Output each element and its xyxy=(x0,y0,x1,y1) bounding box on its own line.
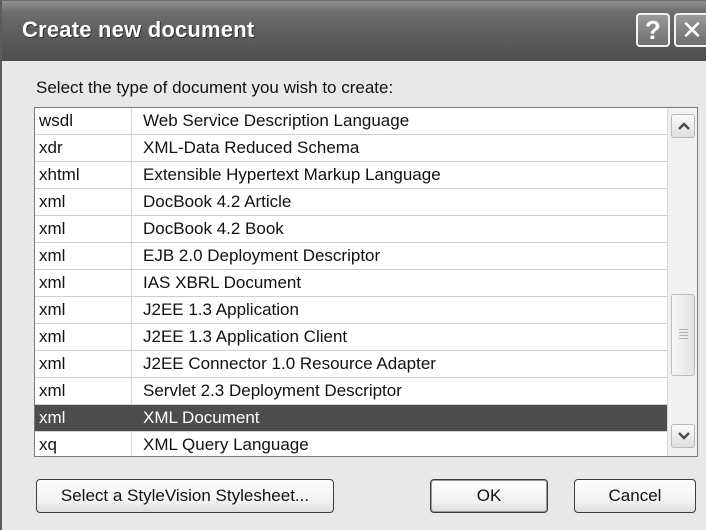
vertical-scrollbar[interactable] xyxy=(667,108,697,456)
list-item-extension: xml xyxy=(39,408,66,427)
list-item[interactable]: xml IAS XBRL Document xyxy=(35,270,667,297)
list-item-description: DocBook 4.2 Book xyxy=(143,219,284,238)
list-item-description: Web Service Description Language xyxy=(143,111,410,130)
list-item[interactable]: xml J2EE 1.3 Application Client xyxy=(35,324,667,351)
scroll-up-button[interactable] xyxy=(671,114,695,138)
column-divider xyxy=(131,270,132,296)
column-divider xyxy=(131,108,132,134)
help-icon[interactable]: ? xyxy=(636,13,670,47)
list-item[interactable]: xml EJB 2.0 Deployment Descriptor xyxy=(35,243,667,270)
list-item[interactable]: wsdl Web Service Description Language xyxy=(35,108,667,135)
list-item-extension: xml xyxy=(39,246,66,265)
list-item[interactable]: xml DocBook 4.2 Article xyxy=(35,189,667,216)
document-type-rows: wsdl Web Service Description Language xdr X… xyxy=(35,108,667,456)
list-item[interactable]: xdr XML-Data Reduced Schema xyxy=(35,135,667,162)
select-stylesheet-button[interactable]: Select a StyleVision Stylesheet... xyxy=(36,479,334,513)
list-item-description: J2EE 1.3 Application xyxy=(143,300,299,319)
column-divider xyxy=(131,378,132,404)
column-divider xyxy=(131,405,132,431)
list-item[interactable]: xhtml Extensible Hypertext Markup Languag… xyxy=(35,162,667,189)
list-item-extension: xml xyxy=(39,192,66,211)
column-divider xyxy=(131,297,132,323)
column-divider xyxy=(131,162,132,188)
scroll-down-button[interactable] xyxy=(671,424,695,448)
list-item-extension: wsdl xyxy=(39,111,74,130)
list-item-extension: xml xyxy=(39,354,66,373)
list-item[interactable]: xml XML Document xyxy=(35,405,667,432)
list-item-description: XML Document xyxy=(143,408,260,427)
list-item-description: Servlet 2.3 Deployment Descriptor xyxy=(143,381,402,400)
column-divider xyxy=(131,432,132,456)
dialog-title: Create new document xyxy=(22,17,255,42)
ok-button[interactable]: OK xyxy=(430,479,548,513)
list-item-description: J2EE Connector 1.0 Resource Adapter xyxy=(143,354,436,373)
column-divider xyxy=(131,135,132,161)
column-divider xyxy=(131,324,132,350)
list-item-description: XML-Data Reduced Schema xyxy=(143,138,360,157)
column-divider xyxy=(131,216,132,242)
create-new-document-dialog: Create new document ? ✕ Select the type … xyxy=(0,0,706,530)
list-item[interactable]: xml J2EE Connector 1.0 Resource Adapter xyxy=(35,351,667,378)
list-item[interactable]: xml J2EE 1.3 Application xyxy=(35,297,667,324)
list-item-extension: xml xyxy=(39,219,66,238)
chevron-up-icon xyxy=(678,122,690,130)
scrollbar-thumb[interactable] xyxy=(671,294,695,376)
cancel-button[interactable]: Cancel xyxy=(574,479,696,513)
list-item-extension: xdr xyxy=(39,138,63,157)
document-type-list[interactable]: wsdl Web Service Description Language xdr X… xyxy=(34,107,698,457)
list-item-description: IAS XBRL Document xyxy=(143,273,302,292)
list-item-extension: xhtml xyxy=(39,165,80,184)
list-item-description: Extensible Hypertext Markup Language xyxy=(143,165,441,184)
title-bar[interactable]: Create new document ? ✕ xyxy=(2,1,706,61)
list-item[interactable]: xml Servlet 2.3 Deployment Descriptor xyxy=(35,378,667,405)
scrollbar-grip xyxy=(679,329,688,340)
chevron-down-icon xyxy=(678,432,690,440)
list-item-extension: xml xyxy=(39,273,66,292)
column-divider xyxy=(131,243,132,269)
list-item-description: DocBook 4.2 Article xyxy=(143,192,292,211)
close-icon[interactable]: ✕ xyxy=(674,13,706,47)
list-item-extension: xml xyxy=(39,381,66,400)
instruction-label: Select the type of document you wish to … xyxy=(36,78,394,97)
list-item-extension: xml xyxy=(39,300,66,319)
list-item[interactable]: xq XML Query Language xyxy=(35,432,667,456)
list-item-extension: xq xyxy=(39,435,57,454)
column-divider xyxy=(131,189,132,215)
list-item-description: J2EE 1.3 Application Client xyxy=(143,327,348,346)
column-divider xyxy=(131,351,132,377)
list-item[interactable]: xml DocBook 4.2 Book xyxy=(35,216,667,243)
list-item-description: EJB 2.0 Deployment Descriptor xyxy=(143,246,381,265)
list-item-description: XML Query Language xyxy=(143,435,309,454)
list-item-extension: xml xyxy=(39,327,66,346)
